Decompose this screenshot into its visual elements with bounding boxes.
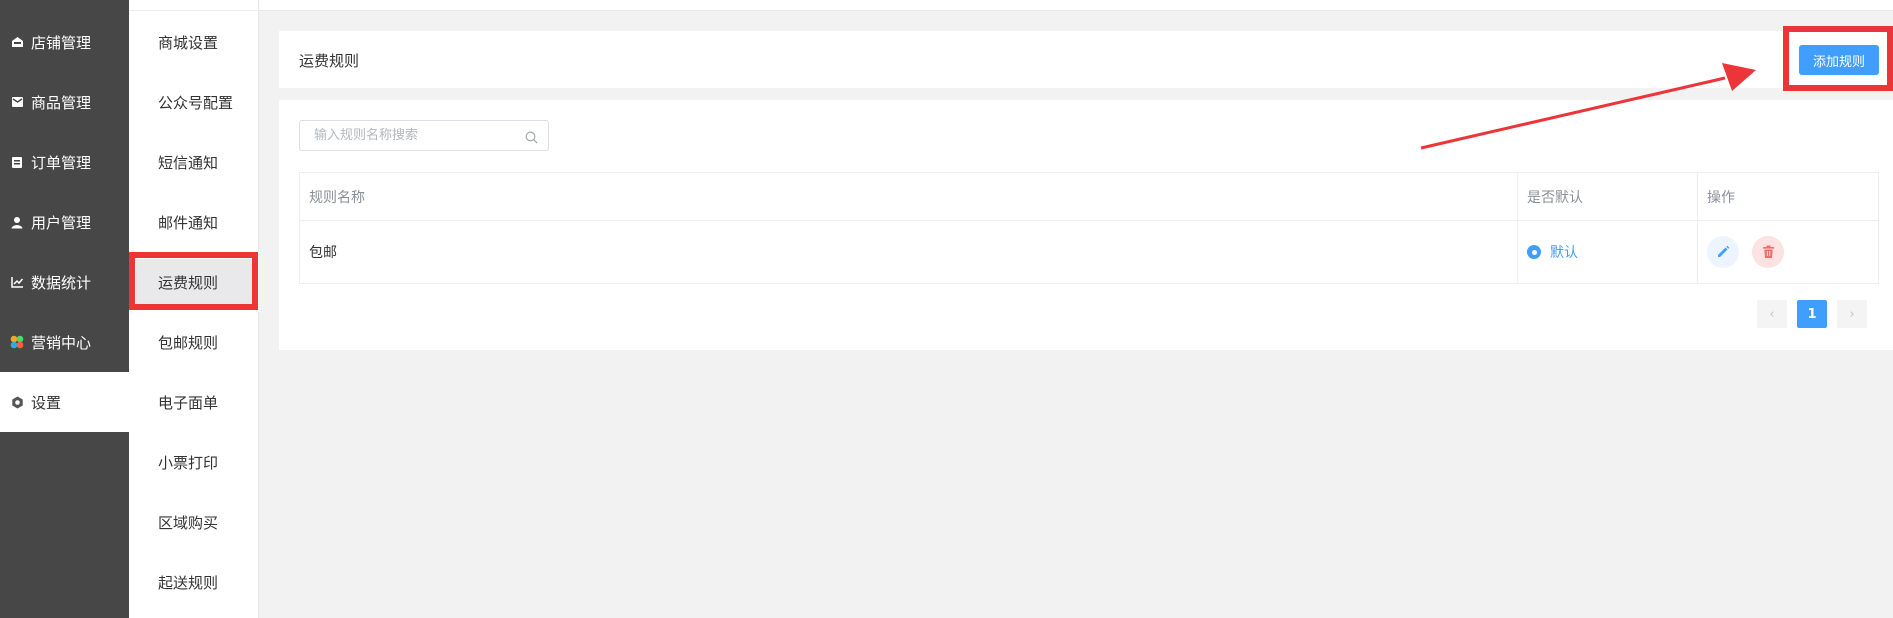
submenu-item-label: 公众号配置 bbox=[158, 93, 234, 112]
submenu-item-official-account[interactable]: 公众号配置 bbox=[129, 72, 259, 132]
submenu-item-shipping-rules[interactable]: 运费规则 bbox=[129, 252, 259, 312]
store-icon bbox=[10, 35, 24, 49]
sidebar-item-store[interactable]: 店铺管理 bbox=[0, 12, 129, 72]
submenu-item-label: 邮件通知 bbox=[158, 213, 219, 232]
submenu-item-free-shipping[interactable]: 包邮规则 bbox=[129, 312, 259, 372]
user-icon bbox=[10, 215, 24, 229]
sidebar-item-label: 店铺管理 bbox=[31, 33, 92, 52]
submenu-item-mall-settings[interactable]: 商城设置 bbox=[129, 12, 259, 72]
default-radio[interactable] bbox=[1527, 245, 1541, 259]
sidebar-top-divider bbox=[129, 0, 259, 11]
table-header-row: 规则名称 是否默认 操作 bbox=[300, 173, 1878, 221]
sidebar-item-stats[interactable]: 数据统计 bbox=[0, 252, 129, 312]
chart-icon bbox=[10, 275, 24, 289]
submenu-item-min-delivery[interactable]: 起送规则 bbox=[129, 552, 259, 612]
column-header-rule-name: 规则名称 bbox=[300, 173, 1518, 220]
submenu-item-sms[interactable]: 短信通知 bbox=[129, 132, 259, 192]
sidebar-item-label: 订单管理 bbox=[31, 153, 92, 172]
submenu-item-label: 电子面单 bbox=[158, 393, 219, 412]
column-header-actions: 操作 bbox=[1707, 189, 1735, 206]
submenu-item-label: 商城设置 bbox=[158, 33, 219, 52]
page-header: 运费规则 bbox=[279, 31, 1893, 88]
rules-table: 规则名称 是否默认 操作 包邮 默认 bbox=[299, 172, 1879, 284]
content-panel: 规则名称 是否默认 操作 包邮 默认 bbox=[279, 100, 1893, 350]
page-title: 运费规则 bbox=[299, 52, 360, 70]
submenu-item-label: 区域购买 bbox=[158, 513, 219, 532]
submenu-item-label: 包邮规则 bbox=[158, 333, 219, 352]
submenu-item-label: 起送规则 bbox=[158, 573, 219, 592]
delete-button[interactable] bbox=[1752, 236, 1784, 268]
gear-icon bbox=[10, 395, 24, 409]
sidebar-item-marketing[interactable]: 营销中心 bbox=[0, 312, 129, 372]
page-button-current[interactable]: 1 bbox=[1797, 300, 1827, 328]
cell-rule-name: 包邮 bbox=[300, 221, 1518, 283]
edit-button[interactable] bbox=[1707, 236, 1739, 268]
sidebar-item-label: 用户管理 bbox=[31, 213, 92, 232]
submenu-item-e-waybill[interactable]: 电子面单 bbox=[129, 372, 259, 432]
app-root: 店铺管理 商品管理 订单管理 用户管理 数据统计 营销中心 设置 商城设置 公众… bbox=[0, 0, 1893, 618]
next-page-button[interactable]: › bbox=[1837, 300, 1867, 328]
submenu-item-email[interactable]: 邮件通知 bbox=[129, 192, 259, 252]
sidebar-item-orders[interactable]: 订单管理 bbox=[0, 132, 129, 192]
secondary-sidebar: 商城设置 公众号配置 短信通知 邮件通知 运费规则 包邮规则 电子面单 小票打印… bbox=[129, 0, 259, 618]
search-box bbox=[299, 120, 549, 151]
sidebar-item-label: 数据统计 bbox=[31, 273, 92, 292]
order-icon bbox=[10, 155, 24, 169]
cell-is-default: 默认 bbox=[1518, 221, 1698, 283]
primary-sidebar: 店铺管理 商品管理 订单管理 用户管理 数据统计 营销中心 设置 bbox=[0, 0, 129, 618]
add-rule-button[interactable]: 添加规则 bbox=[1799, 45, 1879, 75]
cell-actions bbox=[1698, 221, 1878, 283]
product-icon bbox=[10, 95, 24, 109]
table-row: 包邮 默认 bbox=[300, 221, 1878, 283]
trash-icon bbox=[1762, 245, 1774, 258]
sidebar-item-label: 设置 bbox=[31, 393, 62, 412]
submenu-item-label: 运费规则 bbox=[158, 273, 219, 292]
submenu-item-region-purchase[interactable]: 区域购买 bbox=[129, 492, 259, 552]
sidebar-item-users[interactable]: 用户管理 bbox=[0, 192, 129, 252]
search-input[interactable] bbox=[300, 121, 520, 150]
default-label: 默认 bbox=[1550, 245, 1578, 261]
submenu-item-receipt-print[interactable]: 小票打印 bbox=[129, 432, 259, 492]
sidebar-item-label: 营销中心 bbox=[31, 333, 92, 352]
sidebar-item-label: 商品管理 bbox=[31, 93, 92, 112]
sidebar-item-settings[interactable]: 设置 bbox=[0, 372, 129, 432]
column-header-is-default: 是否默认 bbox=[1518, 173, 1698, 220]
top-bar bbox=[259, 0, 1893, 11]
prev-page-button[interactable]: ‹ bbox=[1757, 300, 1787, 328]
pencil-icon bbox=[1718, 245, 1730, 257]
search-icon[interactable] bbox=[525, 129, 538, 144]
marketing-icon bbox=[10, 335, 24, 349]
pagination: ‹ 1 › bbox=[1757, 300, 1867, 328]
submenu-item-label: 短信通知 bbox=[158, 153, 219, 172]
submenu-item-label: 小票打印 bbox=[158, 453, 219, 472]
sidebar-item-products[interactable]: 商品管理 bbox=[0, 72, 129, 132]
